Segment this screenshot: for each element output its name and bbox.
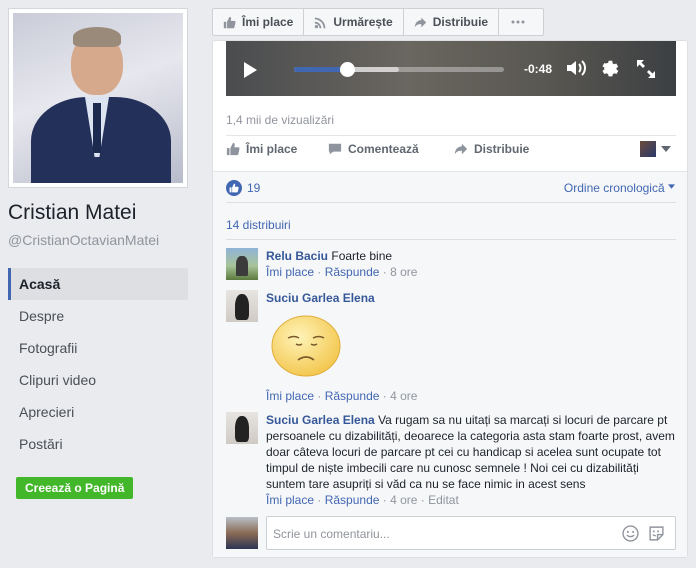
post-share-label: Distribuie [474,142,530,156]
like-reaction-icon [226,180,242,196]
nav-item-likes[interactable]: Aprecieri [8,396,188,428]
post-like-label: Îmi place [246,142,298,156]
nav-item-home[interactable]: Acasă [8,268,188,300]
share-arrow-icon [454,143,468,155]
create-page-button[interactable]: Creează o Pagină [16,477,134,499]
comment-reply-link[interactable]: Răspunde [325,389,380,403]
volume-icon[interactable] [566,59,588,77]
caret-down-icon [661,146,671,152]
view-count: 1,4 mii de vizualizări [226,113,335,127]
video-player[interactable]: -0:48 [226,41,676,96]
page-title[interactable]: Cristian Matei [8,201,136,225]
page-like-label: Îmi place [242,15,294,29]
share-arrow-icon [414,17,426,27]
page-action-bar: Îmi place Urmărește Distribuie [212,8,545,36]
comment-bubble-icon [328,143,342,155]
gear-icon[interactable] [599,58,621,80]
feedback-section: 19 Ordine cronologică 14 distribuiri Rel… [213,171,687,557]
comment-order-label: Ordine cronologică [563,181,665,195]
play-icon[interactable] [242,61,258,79]
follow-button[interactable]: Urmărește [303,8,404,36]
page-username[interactable]: @CristianOctavianMatei [8,232,159,248]
post-like-button[interactable]: Îmi place [226,142,297,156]
thumbs-up-icon [223,16,236,28]
comment-like-link[interactable]: Îmi place [266,265,314,279]
post-actions: Îmi place Comentează Distribuie [226,137,676,165]
caret-down-icon [668,184,675,189]
video-progress-fill [294,67,347,72]
avatar[interactable] [226,290,258,322]
post-share-button[interactable]: Distribuie [454,142,529,156]
divider [226,239,676,240]
page-nav: Acasă Despre Fotografii Clipuri video Ap… [8,268,188,460]
comment-order-dropdown[interactable]: Ordine cronologică [564,181,675,195]
divider [226,202,676,203]
comment-reply-link[interactable]: Răspunde [325,493,380,507]
video-time-remaining: -0:48 [524,62,553,76]
profile-picture[interactable] [8,8,188,188]
rss-icon [315,17,326,28]
comment-reply-link[interactable]: Răspunde [325,265,380,279]
avatar [226,517,258,549]
page-like-button[interactable]: Îmi place [212,8,305,36]
likes-count: 19 [247,181,261,195]
video-scrubber-handle[interactable] [339,62,355,77]
nav-item-videos[interactable]: Clipuri video [8,364,188,396]
avatar [640,141,656,157]
sad-face-sticker [271,315,341,377]
more-options-button[interactable] [498,8,545,36]
post-comment-label: Comentează [348,142,419,156]
nav-item-photos[interactable]: Fotografii [8,332,188,364]
comment-author[interactable]: Suciu Garlea Elena [266,413,375,427]
comment-text: Foarte bine [331,249,393,263]
follow-label: Urmărește [333,15,393,29]
comment-box [266,516,676,550]
comment-author[interactable]: Relu Baciu [266,249,328,263]
page-share-button[interactable]: Distribuie [402,8,500,36]
comment-like-link[interactable]: Îmi place [266,389,314,403]
comment-timestamp[interactable]: 4 ore [390,493,417,507]
shares-count[interactable]: 14 distribuiri [226,218,291,232]
emoji-icon[interactable] [622,525,639,542]
comment-author[interactable]: Suciu Garlea Elena [266,291,375,305]
fullscreen-icon[interactable] [636,59,656,79]
comment-composer [226,516,676,550]
reactions-summary[interactable]: 19 [226,180,260,196]
thumbs-up-icon [226,142,240,156]
more-dots-icon [511,20,525,24]
comment-timestamp[interactable]: 4 ore [390,389,417,403]
post-comment-button[interactable]: Comentează [328,142,419,156]
divider [226,135,676,136]
left-column: Cristian Matei @CristianOctavianMatei Ac… [0,0,198,568]
nav-item-posts[interactable]: Postări [8,428,188,460]
avatar[interactable] [226,248,258,280]
nav-item-about[interactable]: Despre [8,300,188,332]
video-controls: -0:48 [226,49,676,89]
comment-input[interactable] [273,525,603,543]
avatar[interactable] [226,412,258,444]
comment-as-selector[interactable] [640,141,672,157]
sticker-icon[interactable] [648,525,665,542]
post-card: -0:48 1,4 mii de vizualizări Îmi place C… [212,40,688,558]
comment-edited-label[interactable]: Editat [428,493,459,507]
page-share-label: Distribuie [432,15,489,29]
video-progress-bar[interactable] [294,62,504,77]
comment-timestamp[interactable]: 8 ore [390,265,417,279]
comment-like-link[interactable]: Îmi place [266,493,314,507]
